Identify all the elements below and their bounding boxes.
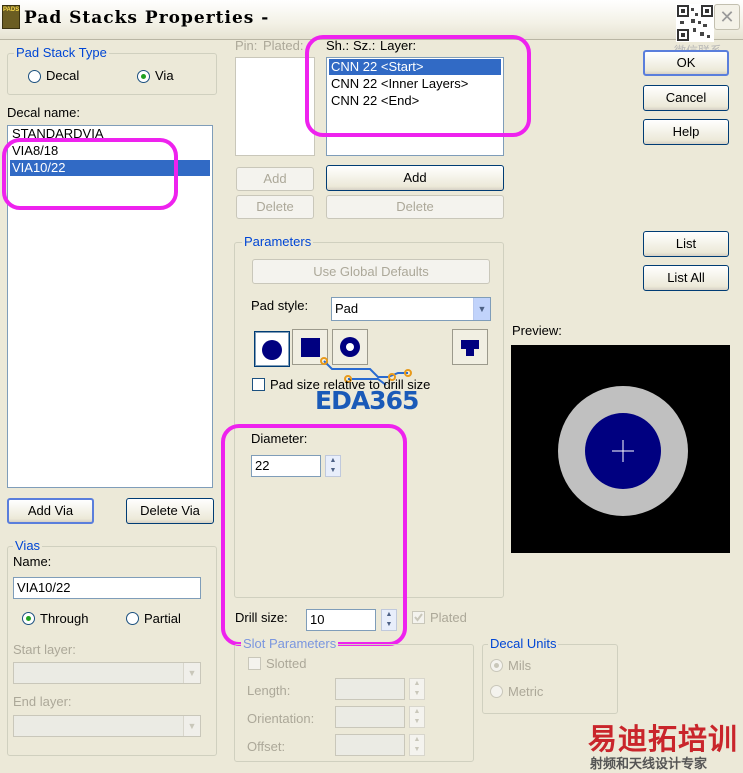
decal-name-label: Decal name: (7, 105, 80, 120)
list-all-button[interactable]: List All (643, 265, 729, 291)
eda365-watermark: EDA365 (315, 386, 419, 415)
app-icon: PADS (2, 5, 20, 29)
orientation-label: Orientation: (247, 711, 315, 726)
brand-subtitle-watermark: 射频和天线设计专家 (590, 756, 708, 771)
decal-radio-label: Decal (46, 68, 80, 83)
chevron-down-icon[interactable]: ▼ (473, 298, 490, 320)
add-via-button[interactable]: Add Via (7, 498, 94, 524)
plated-checkbox (412, 611, 425, 624)
layer-add-button[interactable]: Add (326, 165, 504, 191)
spin-down-icon[interactable]: ▼ (382, 620, 396, 630)
end-layer-select: ▼ (13, 715, 201, 737)
preview-label: Preview: (512, 323, 562, 338)
partial-radio[interactable] (126, 612, 139, 625)
orientation-spinner: ▲ ▼ (409, 706, 425, 728)
pin-column-header: Pin: (235, 38, 258, 53)
via-name-label: Name: (13, 554, 52, 569)
list-button[interactable]: List (643, 231, 729, 257)
offset-spinner: ▲ ▼ (409, 734, 425, 756)
spin-up-icon: ▲ (413, 736, 421, 743)
circle-pad-icon (262, 340, 282, 360)
spin-down-icon: ▼ (413, 690, 421, 697)
pad-style-select[interactable]: Pad ▼ (331, 297, 491, 321)
decal-units-legend: Decal Units (488, 636, 559, 651)
mils-radio (490, 659, 503, 672)
spin-down-icon: ▼ (413, 746, 421, 753)
brand-watermark: 易迪拓培训 (588, 724, 739, 756)
ok-button[interactable]: OK (643, 50, 729, 76)
highlight-decal-list (2, 138, 178, 210)
pad-stack-type-legend: Pad Stack Type (14, 45, 109, 60)
length-label: Length: (247, 683, 291, 698)
close-icon[interactable]: ✕ (714, 4, 740, 30)
pad-style-value: Pad (335, 301, 359, 316)
metric-label: Metric (508, 684, 544, 699)
length-spinner: ▲ ▼ (409, 678, 425, 700)
through-radio[interactable] (22, 612, 35, 625)
slotted-checkbox (248, 657, 261, 670)
vias-legend: Vias (13, 538, 43, 553)
use-global-defaults-button: Use Global Defaults (252, 259, 490, 284)
offset-label: Offset: (247, 739, 286, 754)
spin-up-icon: ▲ (413, 708, 421, 715)
delete-via-button[interactable]: Delete Via (126, 498, 214, 524)
end-layer-label: End layer: (13, 694, 72, 709)
orientation-input (335, 706, 405, 728)
chevron-down-icon: ▼ (183, 663, 200, 683)
cancel-button[interactable]: Cancel (643, 85, 729, 111)
pin-delete-button: Delete (236, 195, 314, 219)
drill-size-spinner[interactable]: ▲ ▼ (381, 609, 397, 631)
chevron-down-icon: ▼ (183, 716, 200, 736)
preview-canvas (511, 345, 730, 553)
thermal-shape-button[interactable] (452, 329, 488, 365)
length-input (335, 678, 405, 700)
spin-down-icon: ▼ (413, 718, 421, 725)
plated-label: Plated (430, 610, 467, 625)
spin-up-icon[interactable]: ▲ (382, 610, 396, 620)
start-layer-select: ▼ (13, 662, 201, 684)
layer-delete-button: Delete (326, 195, 504, 219)
via-radio[interactable] (137, 70, 150, 83)
metric-radio (490, 685, 503, 698)
parameters-legend: Parameters (242, 234, 314, 249)
thermal-pad-icon (461, 340, 479, 356)
pin-add-button: Add (236, 167, 314, 191)
pin-list (235, 57, 315, 156)
pad-style-label: Pad style: (251, 298, 309, 313)
spin-up-icon: ▲ (413, 680, 421, 687)
drill-size-label: Drill size: (235, 610, 288, 625)
drill-size-input[interactable]: 10 (306, 609, 376, 631)
start-layer-label: Start layer: (13, 642, 76, 657)
pad-size-relative-checkbox[interactable] (252, 378, 265, 391)
qr-code-icon (676, 4, 714, 42)
highlight-layer-list (305, 35, 531, 137)
round-shape-button[interactable] (254, 331, 290, 367)
via-name-input[interactable]: VIA10/22 (13, 577, 201, 599)
title-bar: PADS Pad Stacks Properties - ✕ (0, 0, 743, 42)
window-title: Pad Stacks Properties - (24, 8, 270, 28)
decal-radio[interactable] (28, 70, 41, 83)
help-button[interactable]: Help (643, 119, 729, 145)
via-radio-label: Via (155, 68, 174, 83)
slot-parameters-legend: Slot Parameters (241, 636, 339, 651)
via-preview-graphic (558, 386, 688, 516)
plated-column-header: Plated: (263, 38, 304, 53)
offset-input (335, 734, 405, 756)
mils-label: Mils (508, 658, 532, 673)
checkmark-icon (414, 613, 423, 622)
through-radio-label: Through (40, 611, 89, 626)
partial-radio-label: Partial (144, 611, 181, 626)
decal-units-group (482, 644, 618, 714)
slotted-label: Slotted (266, 656, 307, 671)
